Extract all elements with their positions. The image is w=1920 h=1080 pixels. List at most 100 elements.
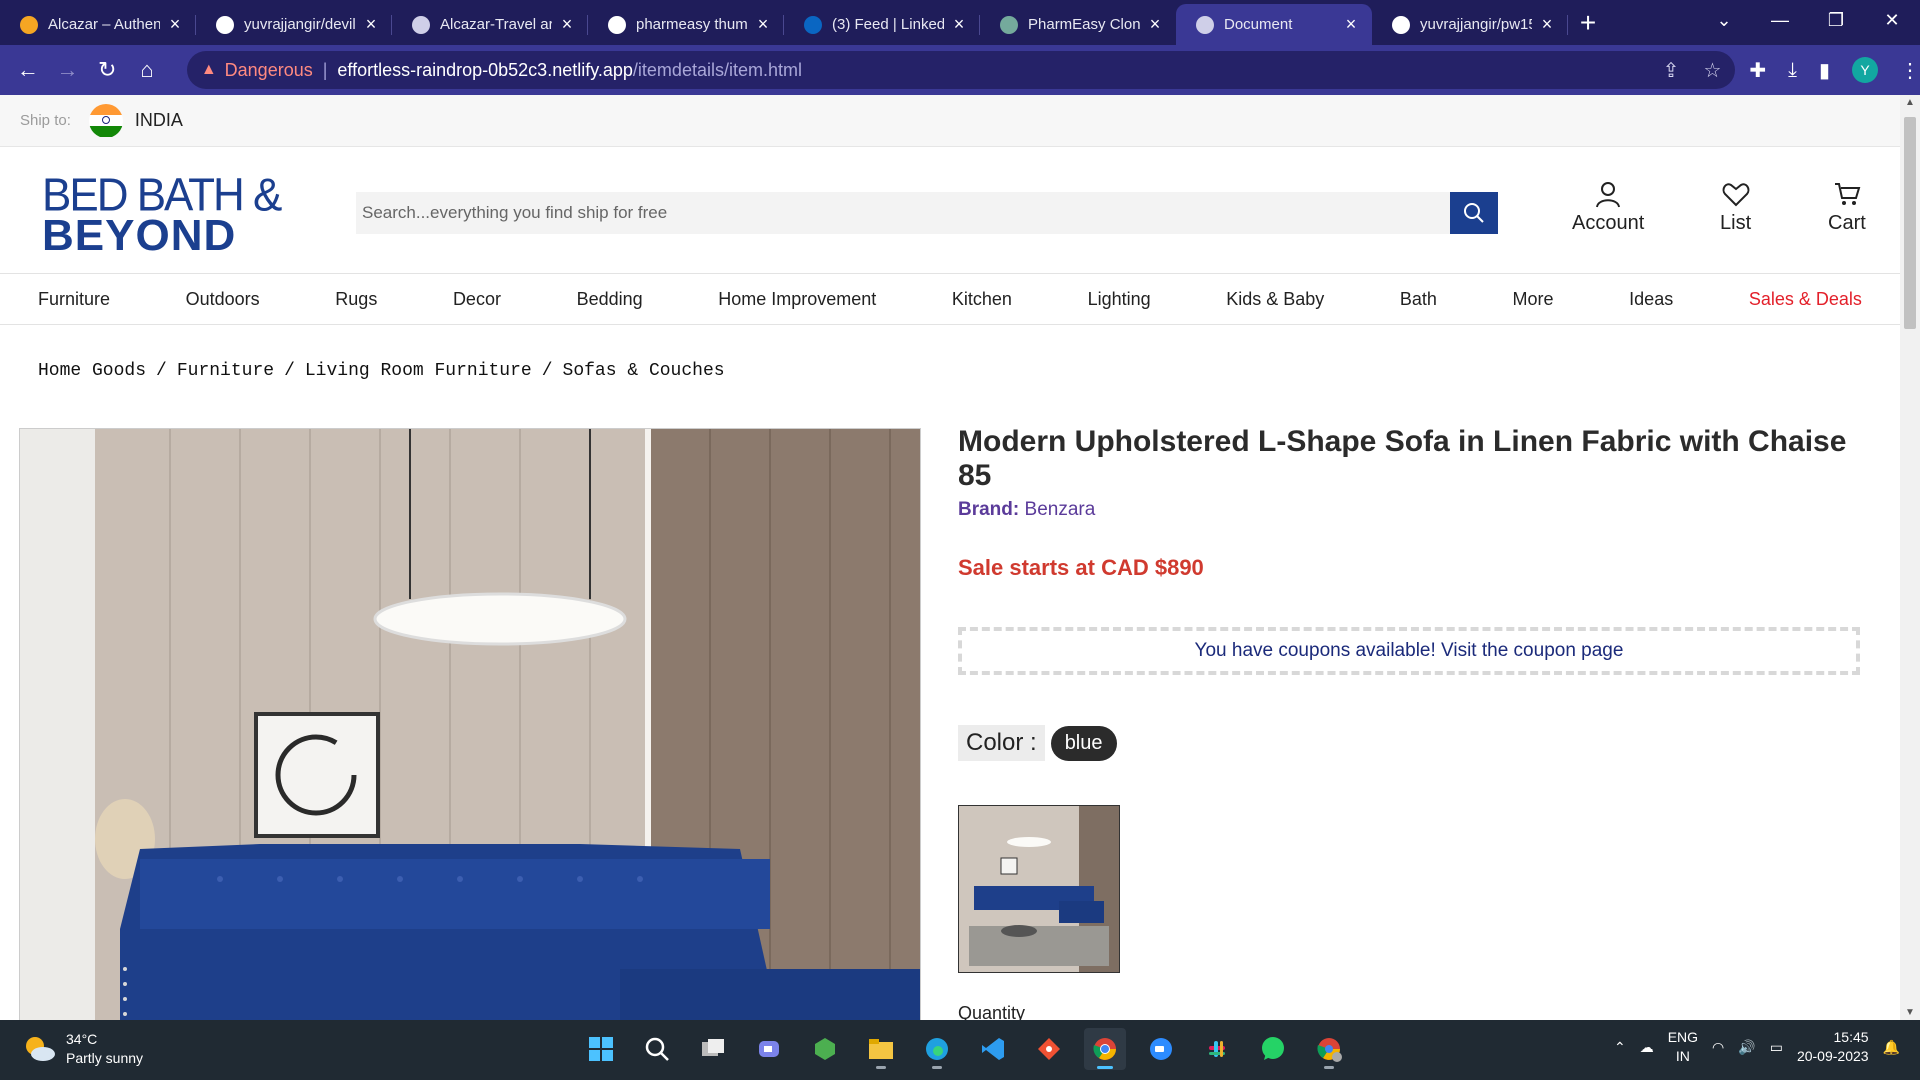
color-option-blue[interactable]: blue — [1050, 725, 1117, 761]
nav-item-ideas[interactable]: Ideas — [1629, 289, 1673, 310]
close-tab-icon[interactable]: × — [1342, 14, 1360, 35]
address-bar[interactable]: ▲ Dangerous | effortless-raindrop-0b52c3… — [186, 51, 1736, 89]
taskbar-git[interactable] — [1028, 1028, 1070, 1070]
battery-icon[interactable]: ▭ — [1770, 1039, 1783, 1056]
browser-tab[interactable]: pharmeasy thumb × — [588, 4, 784, 45]
home-icon[interactable]: ⌂ — [127, 57, 167, 83]
close-tab-icon[interactable]: × — [1538, 14, 1556, 35]
notifications-icon[interactable]: 🔔 — [1883, 1039, 1900, 1056]
side-panel-icon[interactable]: ▮ — [1819, 58, 1830, 83]
site-logo[interactable]: BED BATH & BEYOND — [42, 172, 282, 258]
forward-icon[interactable]: → — [48, 57, 88, 83]
search-input[interactable] — [356, 192, 1450, 234]
nav-item-outdoors[interactable]: Outdoors — [186, 289, 260, 310]
list-link[interactable]: List — [1720, 180, 1751, 235]
product-price: Sale starts at CAD $890 — [958, 555, 1204, 580]
breadcrumb-item[interactable]: Sofas & Couches — [563, 361, 725, 381]
product-main-image[interactable] — [19, 428, 921, 1020]
account-link[interactable]: Account — [1572, 180, 1644, 235]
scroll-thumb[interactable] — [1904, 117, 1916, 329]
browser-tab[interactable]: PharmEasy Clone × — [980, 4, 1176, 45]
clock[interactable]: 15:45 20-09-2023 — [1797, 1028, 1869, 1066]
close-tab-icon[interactable]: × — [754, 14, 772, 35]
windows-icon — [589, 1037, 613, 1061]
page-scrollbar[interactable]: ▲ ▼ — [1900, 95, 1920, 1020]
taskbar-vscode[interactable] — [972, 1028, 1014, 1070]
nav-item-sales-deals[interactable]: Sales & Deals — [1749, 289, 1862, 310]
brand-name[interactable]: Benzara — [1025, 499, 1096, 520]
tab-search-icon[interactable]: ⌄ — [1696, 0, 1752, 40]
taskbar-app-green[interactable] — [804, 1028, 846, 1070]
close-window-icon[interactable]: ✕ — [1864, 0, 1920, 40]
india-flag-icon[interactable] — [88, 103, 123, 138]
scroll-up-arrow-icon[interactable]: ▲ — [1900, 97, 1920, 108]
browser-tab[interactable]: Alcazar-Travel arc × — [392, 4, 588, 45]
nav-item-furniture[interactable]: Furniture — [38, 289, 110, 310]
nav-item-kitchen[interactable]: Kitchen — [952, 289, 1012, 310]
google-icon — [608, 15, 626, 34]
nav-item-rugs[interactable]: Rugs — [335, 289, 377, 310]
close-tab-icon[interactable]: × — [1146, 14, 1164, 35]
tab-title: yuvrajjangir/pw15 — [1420, 16, 1532, 33]
ship-country[interactable]: INDIA — [135, 110, 183, 131]
nav-item-decor[interactable]: Decor — [453, 289, 501, 310]
breadcrumb-item[interactable]: Home Goods — [38, 361, 146, 381]
browser-tab[interactable]: yuvrajjangir/pw15 × — [1372, 4, 1568, 45]
back-icon[interactable]: ← — [8, 57, 48, 83]
minimize-icon[interactable]: — — [1752, 0, 1808, 40]
browser-tab[interactable]: yuvrajjangir/devil × — [196, 4, 392, 45]
new-tab-button[interactable]: + — [1568, 4, 1608, 45]
browser-tab[interactable]: Alcazar – Authent × — [0, 4, 196, 45]
reload-icon[interactable]: ↻ — [87, 57, 127, 83]
restore-icon[interactable]: ❐ — [1808, 0, 1864, 40]
breadcrumb-separator: / — [284, 361, 295, 381]
share-icon[interactable]: ⇪ — [1663, 58, 1680, 83]
taskbar-whatsapp[interactable] — [1252, 1028, 1294, 1070]
download-icon[interactable]: ⤓ — [1788, 59, 1797, 82]
bookmark-star-icon[interactable]: ☆ — [1703, 58, 1721, 83]
system-tray: ⌃ ☁ ENG IN ◠ 🔊 ▭ 15:45 20-09-2023 🔔 — [1614, 1028, 1900, 1066]
breadcrumb-separator: / — [156, 361, 167, 381]
zoom-icon — [1150, 1038, 1172, 1060]
nav-item-bedding[interactable]: Bedding — [577, 289, 643, 310]
taskbar-slack[interactable] — [1196, 1028, 1238, 1070]
profile-avatar[interactable]: Y — [1852, 57, 1878, 83]
extensions-icon[interactable]: ✚ — [1749, 58, 1766, 83]
browser-tab[interactable]: Document × — [1176, 4, 1372, 45]
input-language[interactable]: ENG IN — [1668, 1028, 1698, 1066]
product-thumbnail[interactable] — [958, 805, 1120, 973]
scroll-down-arrow-icon[interactable]: ▼ — [1900, 1007, 1920, 1018]
taskbar-edge[interactable] — [916, 1028, 958, 1070]
taskbar-chrome[interactable] — [1084, 1028, 1126, 1070]
onedrive-icon[interactable]: ☁ — [1640, 1039, 1654, 1056]
whatsapp-icon — [1262, 1037, 1284, 1060]
volume-icon[interactable]: 🔊 — [1738, 1039, 1755, 1056]
nav-item-kids-baby[interactable]: Kids & Baby — [1226, 289, 1324, 310]
breadcrumb-item[interactable]: Furniture — [177, 361, 274, 381]
breadcrumb-item[interactable]: Living Room Furniture — [305, 361, 532, 381]
close-tab-icon[interactable]: × — [558, 14, 576, 35]
cart-link[interactable]: Cart — [1828, 180, 1866, 235]
close-tab-icon[interactable]: × — [950, 14, 968, 35]
nav-item-home-improvement[interactable]: Home Improvement — [718, 289, 876, 310]
taskbar-search-button[interactable] — [636, 1028, 678, 1070]
nav-item-more[interactable]: More — [1513, 289, 1554, 310]
nav-item-bath[interactable]: Bath — [1400, 289, 1437, 310]
taskbar-file-explorer[interactable] — [860, 1028, 902, 1070]
coupon-banner[interactable]: You have coupons available! Visit the co… — [958, 627, 1860, 675]
taskbar-zoom[interactable] — [1140, 1028, 1182, 1070]
nav-item-lighting[interactable]: Lighting — [1088, 289, 1151, 310]
menu-kebab-icon[interactable]: ⋮ — [1900, 58, 1920, 83]
color-selector: Color : blue — [958, 725, 1864, 761]
browser-tab[interactable]: (3) Feed | LinkedIn × — [784, 4, 980, 45]
taskbar-chrome-profile[interactable] — [1308, 1028, 1350, 1070]
search-button[interactable] — [1450, 192, 1498, 234]
close-tab-icon[interactable]: × — [362, 14, 380, 35]
show-hidden-icons-icon[interactable]: ⌃ — [1614, 1039, 1626, 1056]
task-view-button[interactable] — [692, 1028, 734, 1070]
taskbar-teams[interactable] — [748, 1028, 790, 1070]
weather-widget[interactable]: 34°C Partly sunny — [22, 1030, 143, 1068]
close-tab-icon[interactable]: × — [166, 14, 184, 35]
start-button[interactable] — [580, 1028, 622, 1070]
wifi-icon[interactable]: ◠ — [1712, 1039, 1724, 1056]
